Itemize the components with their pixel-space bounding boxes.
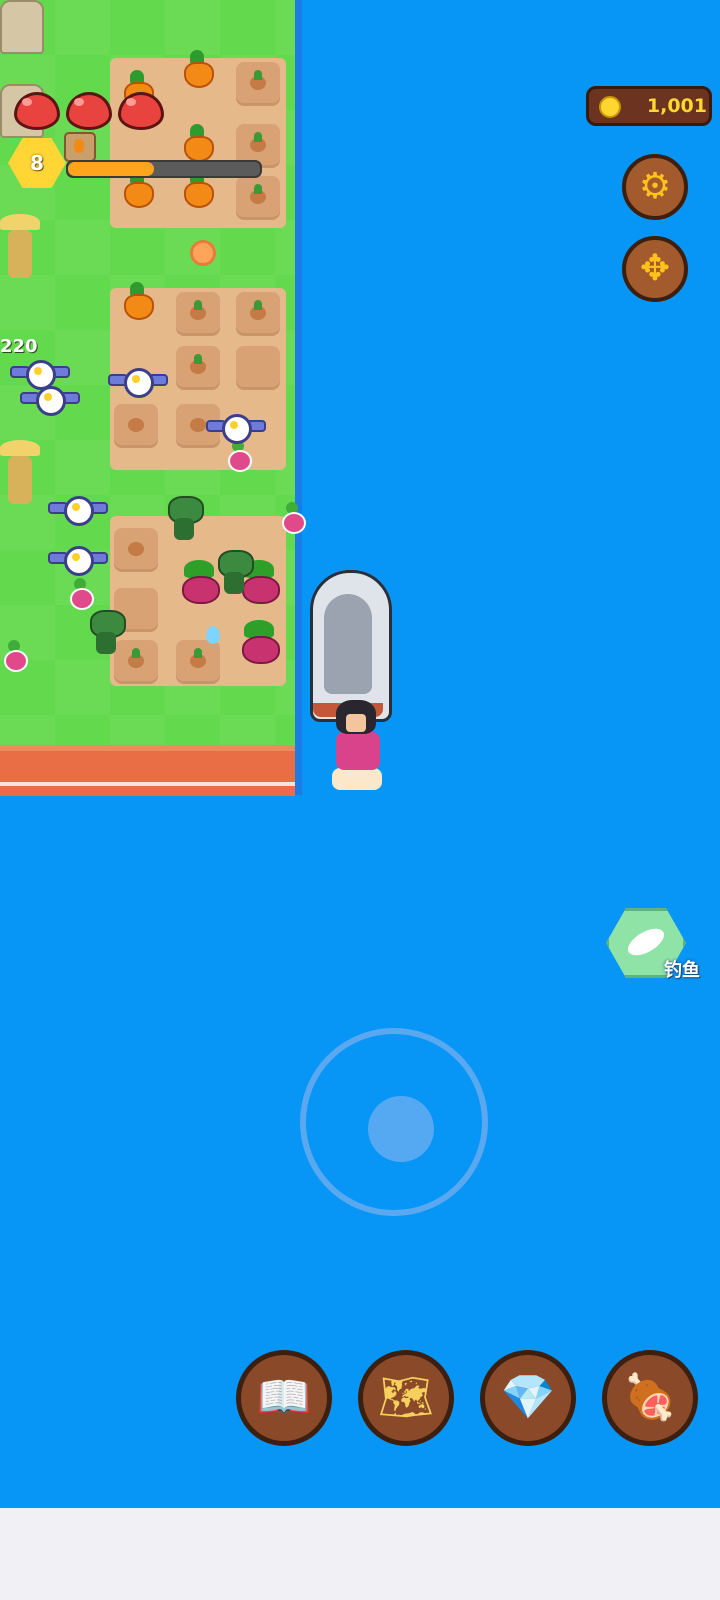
scarecrow [0,440,40,510]
coin-value: 1,001 [646,95,707,117]
book-button[interactable]: 📖 [236,1350,332,1446]
flower-icon [190,240,216,266]
helper-drone [108,362,168,398]
helper-drone [20,380,80,416]
heart-icon [66,92,112,130]
map-icon: 🗺 [378,1372,434,1423]
system-navigation-bar [0,1508,720,1600]
game-viewport[interactable]: 220 8 1,001 ⚙ ✥ 钓鱼 📖 🗺 💎 🍖 [0,0,720,1508]
radish-drop[interactable] [0,640,28,672]
settings-button[interactable]: ⚙ [622,154,688,220]
fishing-label: 钓鱼 [664,960,700,981]
meat-icon: 🍖 [622,1372,678,1423]
seeded-tile[interactable] [176,292,220,336]
move-arrows-icon: ✥ [639,248,671,289]
virtual-joystick[interactable] [300,1028,488,1216]
move-button[interactable]: ✥ [622,236,688,302]
joystick-knob[interactable] [368,1096,434,1162]
seeded-tile[interactable] [236,292,280,336]
seeded-tile[interactable] [176,640,220,684]
seeded-tile[interactable] [236,62,280,106]
seeded-tile[interactable] [114,404,158,448]
water-drop-icon [206,626,220,644]
heart-icon [118,92,164,130]
scarecrow [0,214,40,284]
xp-progress-bar [66,160,262,178]
heart-icon [14,92,60,130]
player-character [326,700,390,796]
boat[interactable] [310,570,392,722]
book-icon: 📖 [256,1372,312,1423]
helper-drone [206,408,266,444]
seeded-tile[interactable] [114,528,158,572]
goblin-enemy[interactable] [84,610,128,656]
seeded-tile[interactable] [236,176,280,220]
fishing-button[interactable]: 钓鱼 [606,908,706,984]
coin-icon [599,96,621,118]
carrot-crop[interactable] [180,50,214,88]
xp-progress-fill [68,162,155,176]
carrot-crop[interactable] [180,124,214,162]
level-badge: 8 [8,138,66,188]
coin-counter: 1,001 [586,86,712,126]
seeded-tile[interactable] [176,346,220,390]
goblin-enemy[interactable] [162,496,206,542]
helper-drone [48,490,108,526]
meat-button[interactable]: 🍖 [602,1350,698,1446]
radish-drop[interactable] [66,578,94,610]
carrot-item-icon [64,132,96,162]
goblin-enemy[interactable] [212,550,256,596]
beet-crop[interactable] [238,620,280,664]
island-cliff [0,745,295,796]
level-number: 8 [30,151,44,175]
helper-drone [48,540,108,576]
health-hearts [14,92,164,130]
map-button[interactable]: 🗺 [358,1350,454,1446]
stone-statue [0,0,44,54]
empty-tile[interactable] [236,346,280,390]
gear-icon: ⚙ [638,166,672,207]
carrot-crop[interactable] [120,282,154,320]
gem-icon: 💎 [500,1372,556,1423]
radish-drop[interactable] [224,440,252,472]
radish-drop[interactable] [278,502,306,534]
floating-damage-text: 220 [0,336,38,357]
gem-shop-button[interactable]: 💎 [480,1350,576,1446]
